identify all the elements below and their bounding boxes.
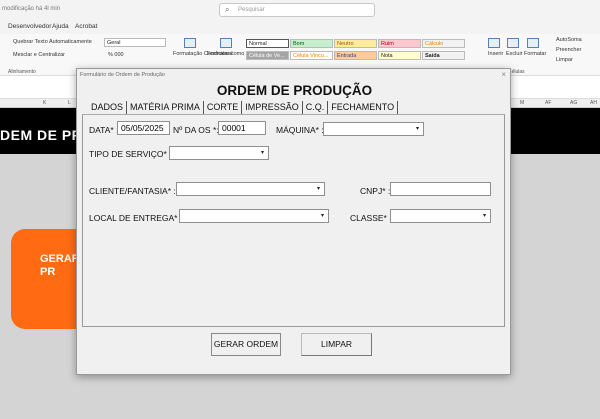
- service-type-label: TIPO DE SERVIÇO* :: [89, 149, 172, 159]
- os-number-field[interactable]: [218, 121, 266, 135]
- delete-cells-button[interactable]: Excluir: [506, 51, 523, 57]
- clear-form-button[interactable]: LIMPAR: [301, 333, 372, 356]
- style-neutral[interactable]: Neutro: [334, 39, 377, 48]
- menu-developer[interactable]: Desenvolvedor: [8, 23, 51, 30]
- fill-button[interactable]: Preencher: [556, 47, 581, 53]
- excel-titlebar: modificação há 4l min ⌕ Pesquisar: [0, 0, 600, 20]
- tab-corte[interactable]: CORTE: [204, 101, 243, 114]
- style-check-cell[interactable]: Célula de Ve...: [246, 51, 289, 60]
- tab-dados[interactable]: DADOS: [88, 101, 128, 114]
- chevron-down-icon[interactable]: ▾: [480, 211, 489, 221]
- format-cells-button[interactable]: Formatar: [524, 51, 546, 57]
- cnpj-label: CNPJ* :: [360, 186, 391, 196]
- column-header[interactable]: M: [520, 100, 524, 106]
- document-status: modificação há 4l min: [2, 6, 61, 12]
- cnpj-field[interactable]: [390, 182, 491, 196]
- search-icon: ⌕: [225, 5, 230, 14]
- machine-select[interactable]: ▾: [323, 122, 424, 136]
- menu-acrobat[interactable]: Acrobat: [75, 23, 97, 30]
- style-bad[interactable]: Ruim: [378, 39, 421, 48]
- tab-cq[interactable]: C.Q.: [303, 101, 329, 114]
- conditional-format-icon[interactable]: [184, 38, 196, 48]
- chevron-down-icon[interactable]: ▾: [413, 124, 422, 134]
- class-label: CLASSE* :: [350, 213, 392, 223]
- delivery-location-select[interactable]: ▾: [179, 209, 329, 223]
- clear-button[interactable]: Limpar: [556, 57, 573, 63]
- style-input[interactable]: Entrada: [334, 51, 377, 60]
- generate-order-button[interactable]: GERAR ORDEM: [211, 333, 281, 356]
- merge-center-button[interactable]: Mesclar e Centralizar: [13, 52, 65, 58]
- dialog-caption: Formulário de Ordem de Produção: [80, 72, 165, 78]
- class-select[interactable]: ▾: [390, 209, 491, 223]
- tab-impressao[interactable]: IMPRESSÃO: [242, 101, 303, 114]
- dialog-tabs: DADOS MATÉRIA PRIMA CORTE IMPRESSÃO C.Q.…: [88, 101, 399, 114]
- style-note[interactable]: Nota: [378, 51, 421, 60]
- client-label: CLIENTE/FANTASIA* :: [89, 186, 176, 196]
- wrap-text-button[interactable]: Quebrar Texto Automaticamente: [13, 39, 92, 45]
- data-label: DATA* :: [89, 125, 119, 135]
- dialog-heading: ORDEM DE PRODUÇÃO: [216, 83, 373, 98]
- group-label-alignment: Alinhamento: [8, 69, 36, 75]
- menu-help[interactable]: Ajuda: [52, 23, 69, 30]
- column-header[interactable]: AF: [545, 100, 551, 106]
- column-header[interactable]: L: [68, 100, 71, 106]
- number-symbols[interactable]: % 000: [108, 52, 124, 58]
- delete-cells-icon[interactable]: [507, 38, 519, 48]
- insert-cells-button[interactable]: Inserir: [488, 51, 503, 57]
- excel-menubar: Desenvolvedor Ajuda Acrobat: [0, 20, 600, 34]
- production-order-dialog: Formulário de Ordem de Produção × ORDEM …: [76, 68, 511, 375]
- close-icon[interactable]: ×: [501, 70, 506, 79]
- machine-label: MÁQUINA* :: [276, 125, 324, 135]
- format-table-icon[interactable]: [220, 38, 232, 48]
- column-header[interactable]: AH: [590, 100, 597, 106]
- number-format-select[interactable]: Geral: [104, 38, 166, 47]
- style-good[interactable]: Bom: [290, 39, 333, 48]
- chevron-down-icon[interactable]: ▾: [314, 184, 323, 194]
- insert-cells-icon[interactable]: [488, 38, 500, 48]
- delivery-location-label: LOCAL DE ENTREGA* :: [89, 213, 183, 223]
- excel-search-box[interactable]: ⌕ Pesquisar: [219, 3, 375, 17]
- format-cells-icon[interactable]: [527, 38, 539, 48]
- tab-panel-dados: DATA* : Nº DA OS *: MÁQUINA* : ▾ TIPO DE…: [82, 114, 505, 327]
- client-select[interactable]: ▾: [176, 182, 325, 196]
- service-type-select[interactable]: ▾: [169, 146, 269, 160]
- style-calculation[interactable]: Cálculo: [422, 39, 465, 48]
- autosum-button[interactable]: AutoSoma: [556, 37, 582, 43]
- sheet-title: DEM DE PR: [0, 127, 83, 143]
- chevron-down-icon[interactable]: ▾: [318, 211, 327, 221]
- tab-materia-prima[interactable]: MATÉRIA PRIMA: [127, 101, 204, 114]
- tab-fechamento[interactable]: FECHAMENTO: [328, 101, 399, 114]
- style-output[interactable]: Saída: [422, 51, 465, 60]
- chevron-down-icon[interactable]: ▾: [258, 148, 267, 158]
- column-header[interactable]: AG: [570, 100, 577, 106]
- data-field[interactable]: [117, 121, 170, 135]
- search-placeholder: Pesquisar: [238, 7, 265, 13]
- column-header[interactable]: K: [43, 100, 46, 106]
- style-linked-cell[interactable]: Célula Vincu...: [290, 51, 333, 60]
- os-number-label: Nº DA OS *:: [173, 125, 219, 135]
- style-normal[interactable]: Normal: [246, 39, 289, 48]
